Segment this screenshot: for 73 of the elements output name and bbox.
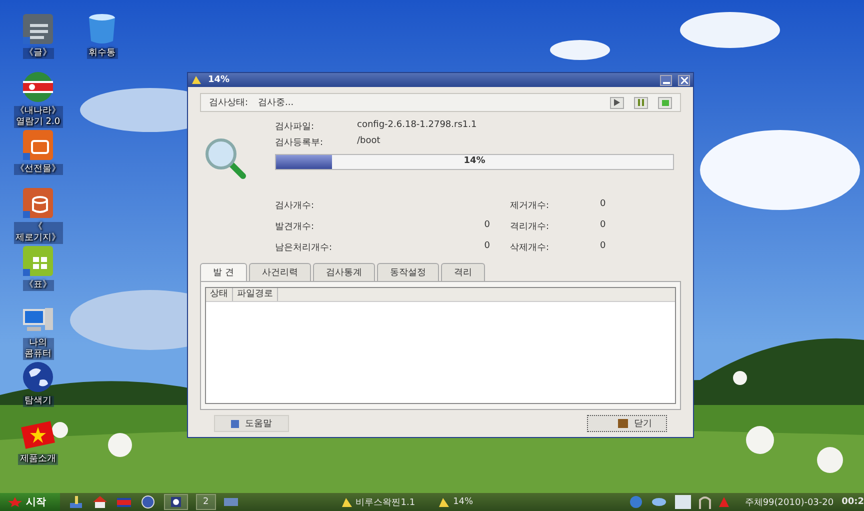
stat-value: 0 [484,220,490,230]
tab[interactable]: 발 견 [200,263,247,282]
stat-label: 검사개수: [275,200,316,212]
stat-value: 0 [600,199,606,209]
icon-label[interactable]: 휘수통 [86,48,118,59]
app-icon [439,498,450,506]
stat-label: 격리개수: [510,221,550,233]
database-icon [21,186,55,220]
flower [52,422,68,438]
workspace-button[interactable]: 2 [196,494,216,510]
status-label: 검사상태: [209,97,248,109]
column-header[interactable]: 상태 [206,288,233,301]
star-icon [21,418,55,452]
file-value: config-2.6.18-1.2798.rs1.1 [357,120,477,132]
icon-label[interactable]: 《표》 [22,280,54,291]
stat-label: 삭제개수: [510,242,550,254]
pause-button[interactable] [634,96,648,108]
icon-label[interactable]: 《내나라》 열람기 2.0 [14,106,62,128]
tab[interactable]: 사건리력 [248,263,311,281]
flower [746,426,774,454]
help-button[interactable]: 도움말 [214,415,289,432]
icon-label[interactable]: 《선전물》 [14,164,62,175]
stat-value: 0 [600,220,606,230]
help-icon [231,420,239,428]
globe-flag-icon [21,70,55,104]
taskbar-item[interactable]: 14% [431,494,482,510]
flower [817,447,843,473]
document-icon [21,12,55,46]
globe-icon [21,360,55,394]
taskbar-item[interactable]: 비루스왁찐1.1 [334,494,424,510]
clock-time: 00:2 [842,497,864,507]
icon-label[interactable]: 《글》 [22,48,54,59]
progress-reading: 14% [462,156,486,166]
minimize-button[interactable] [660,74,672,86]
start-button[interactable]: 시작 [0,493,60,511]
icon-label[interactable]: 《 제로기지》 [14,222,62,244]
workspace-button[interactable] [164,494,188,510]
window-title: 14% [208,75,230,85]
tab[interactable]: 격리 [440,263,485,281]
close-icon [680,76,688,84]
house-icon[interactable] [92,495,108,509]
magnifier-icon [204,137,246,179]
icon-label[interactable]: 나의 콤퓨터 [22,338,54,360]
date-text: 주체99(2010)-03-20 [744,496,834,508]
stat-label: 제거개수: [510,200,550,212]
stat-value: 0 [600,241,606,251]
tab[interactable]: 검사통계 [312,263,375,281]
close-button[interactable] [678,74,690,86]
brush-icon[interactable] [68,495,84,509]
spreadsheet-icon [21,244,55,278]
app-icon [342,498,352,506]
column-header[interactable]: 파일경로 [233,288,278,301]
flower [108,433,132,457]
stop-icon [662,100,668,106]
stat-label: 발견개수: [275,221,316,233]
close-dialog-button[interactable]: 닫기 [587,415,667,432]
play-icon [614,99,620,106]
app-icon [191,75,202,85]
star-icon [8,497,22,507]
presentation-icon [21,128,55,162]
stat-value: 0 [484,241,490,251]
folder-value: /boot [357,136,380,148]
globe-icon[interactable] [140,495,156,509]
field-label: 검사파일: [275,121,316,133]
start-button[interactable] [610,96,624,108]
tab[interactable]: 동작설정 [376,263,439,281]
status-value: 검사중... [258,97,294,109]
pause-icon [638,99,644,106]
arch-icon[interactable] [698,495,711,509]
flower [733,371,747,385]
cloud [550,40,610,60]
stat-label: 남은처리개수: [275,242,334,254]
field-label: 검사등록부: [275,137,324,149]
